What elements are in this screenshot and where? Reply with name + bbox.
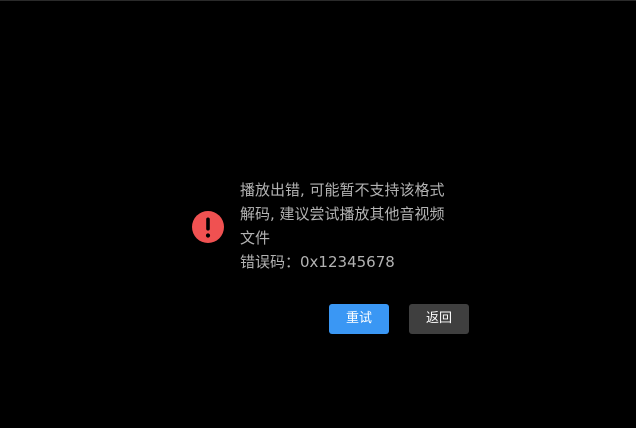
- action-buttons: 重试 返回: [329, 304, 469, 334]
- error-code-label: 错误码：: [240, 253, 301, 271]
- error-message-line: 解码, 建议尝试播放其他音视频: [240, 205, 445, 223]
- error-code: 错误码：0x12345678: [240, 250, 472, 274]
- top-border: [0, 0, 636, 1]
- error-message: 播放出错, 可能暂不支持该格式 解码, 建议尝试播放其他音视频 文件 错误码：0…: [240, 178, 472, 274]
- video-player: 播放出错, 可能暂不支持该格式 解码, 建议尝试播放其他音视频 文件 错误码：0…: [0, 0, 636, 428]
- back-button[interactable]: 返回: [409, 304, 469, 334]
- error-code-value: 0x12345678: [300, 253, 395, 271]
- exclamation-circle-icon: [192, 211, 224, 243]
- error-message-line: 文件: [240, 229, 271, 247]
- error-message-line: 播放出错, 可能暂不支持该格式: [240, 181, 445, 199]
- retry-button[interactable]: 重试: [329, 304, 389, 334]
